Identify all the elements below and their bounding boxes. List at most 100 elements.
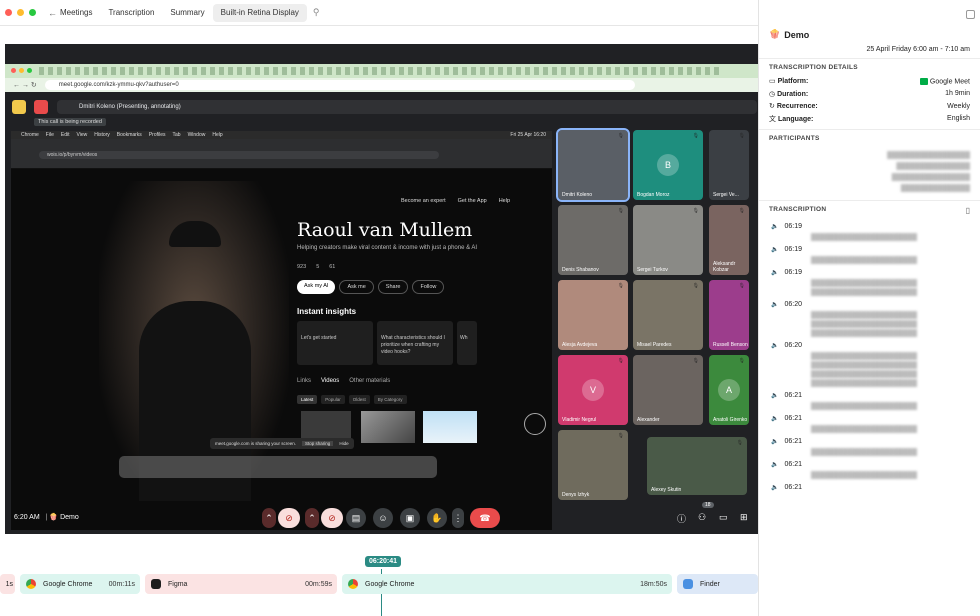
timeline-segment[interactable]: Google Chrome 00m:11s (20, 574, 140, 594)
tab-other[interactable]: Other materials (349, 378, 390, 384)
transcript-timestamp[interactable]: 06:21 (784, 415, 802, 422)
participant-name: Bogdan Moroz (637, 192, 670, 198)
pin-icon[interactable]: ⚲ (313, 7, 320, 18)
detail-label: Duration: (777, 90, 809, 98)
participant-tile[interactable]: 🎙 Aleksandr Kobzar (709, 205, 749, 275)
minimize-window-button[interactable] (17, 9, 24, 16)
transcript-timestamp[interactable]: 06:20 (784, 342, 802, 349)
ask-me-button[interactable]: Ask me (339, 280, 374, 294)
present-button[interactable]: ▣ (400, 508, 420, 528)
mic-options-button[interactable]: ⌃ (262, 508, 276, 528)
popcorn-icon: 🍿 (769, 29, 781, 39)
insight-card[interactable]: Wh (457, 321, 477, 365)
share-button[interactable]: Share (377, 280, 409, 294)
video-thumb[interactable] (423, 411, 477, 443)
speaker-icon[interactable]: 🔈 (771, 301, 778, 308)
popcorn-icon: 🍿 (49, 514, 59, 521)
close-window-button[interactable] (5, 9, 12, 16)
timeline-segment[interactable]: Finder (677, 574, 758, 594)
email-line: ██████████████████ (887, 152, 970, 159)
participant-tile[interactable]: V 🎙 Vladimir Negrul (558, 355, 628, 425)
participant-avatar: A (718, 379, 740, 401)
tab-transcription[interactable]: Transcription (100, 4, 162, 22)
speaker-icon[interactable]: 🔈 (771, 246, 778, 253)
annotate-icon[interactable] (12, 100, 26, 114)
video-thumb[interactable] (361, 411, 415, 443)
speaker-icon[interactable]: 🔈 (771, 415, 778, 422)
back-arrow-icon[interactable]: ← (48, 8, 57, 18)
transcript-entry: 🔈 06:19 (769, 219, 970, 233)
timeline-segment[interactable]: Figma 00m:59s (145, 574, 337, 594)
transcript-timestamp[interactable]: 06:21 (784, 392, 802, 399)
url-field[interactable]: meet.google.com/kzk-ymmu-qkv?authuser=0 (44, 80, 635, 90)
coffee-badge-icon[interactable] (524, 413, 546, 435)
follow-button[interactable]: Follow (412, 280, 445, 294)
participant-tile[interactable]: 🎙 Alexey Skutin (647, 437, 747, 495)
tab-links[interactable]: Links (297, 378, 311, 384)
nav-arrows-icon[interactable]: ← → ↻ (13, 81, 37, 89)
back-button[interactable]: Meetings (57, 4, 100, 22)
transcript-timestamp[interactable]: 06:19 (784, 223, 802, 230)
filter-oldest[interactable]: Oldest (348, 395, 370, 404)
participant-tile[interactable]: 🎙 Alesja Avdejeva (558, 280, 628, 350)
ask-ai-button[interactable]: Ask my AI (297, 280, 336, 294)
stop-sharing-button[interactable]: Stop sharing (302, 441, 334, 446)
chat-icon[interactable]: ▭ (719, 512, 728, 523)
emoji-button[interactable]: ☺ (373, 508, 393, 528)
speaker-icon[interactable]: 🔈 (771, 392, 778, 399)
info-icon[interactable]: ⓘ (677, 512, 686, 525)
mic-off-button[interactable]: ⊘ (278, 508, 300, 528)
participant-tile[interactable]: 🎙 Denis Shabanov (558, 205, 628, 275)
tab-summary[interactable]: Summary (162, 4, 212, 22)
nav-help[interactable]: Help (499, 198, 510, 204)
speaker-icon[interactable]: 🔈 (771, 438, 778, 445)
nav-expert[interactable]: Become an expert (401, 198, 446, 204)
menu-item: Edit (60, 132, 70, 138)
participant-tile[interactable]: 🎙 Alexander (633, 355, 703, 425)
transcript-timestamp[interactable]: 06:21 (784, 438, 802, 445)
participant-tile[interactable]: 🎙 Denys Izhyk (558, 430, 628, 500)
more-options-button[interactable]: ⋮ (452, 508, 464, 528)
participant-tile[interactable]: 🎙 Sergei Ve... (709, 130, 749, 200)
transcript-timestamp[interactable]: 06:21 (784, 484, 802, 491)
transcript-timestamp[interactable]: 06:20 (784, 301, 802, 308)
participant-tile[interactable]: 🎙 Misael Paredes (633, 280, 703, 350)
participant-tile[interactable]: A 🎙 Anatoli Girenko (709, 355, 749, 425)
cam-options-button[interactable]: ⌃ (305, 508, 319, 528)
speaker-icon[interactable]: 🔈 (771, 461, 778, 468)
captions-button[interactable]: ▤ (346, 508, 366, 528)
transcript-row: 🔈 06:19 (769, 265, 970, 279)
sidebar-toggle-icon[interactable] (966, 10, 975, 19)
participant-tile[interactable]: 🎙 Russell Benson (709, 280, 749, 350)
timeline-segment[interactable]: 1s (0, 574, 15, 594)
transcript-timestamp[interactable]: 06:19 (784, 246, 802, 253)
people-icon[interactable]: ⚇ (698, 512, 706, 523)
tab-videos[interactable]: Videos (321, 378, 339, 384)
participant-tile[interactable]: 🎙 Sergei Turkov (633, 205, 703, 275)
timeline-segment[interactable]: Google Chrome 18m:50s (342, 574, 672, 594)
filter-latest[interactable]: Latest (297, 395, 318, 404)
transcript-entry: ███████████████████████ █████████████████… (769, 311, 970, 352)
leave-call-button[interactable]: ☎ (470, 508, 500, 528)
participant-tile[interactable]: B 🎙 Bogdan Moroz (633, 130, 703, 200)
participant-tile[interactable]: 🎙 Dmitri Koleno (556, 128, 630, 202)
transcript-timestamp[interactable]: 06:21 (784, 461, 802, 468)
speaker-icon[interactable]: 🔈 (771, 342, 778, 349)
hide-button[interactable]: Hide (339, 441, 348, 446)
insight-card[interactable]: What characteristics should I prioritize… (377, 321, 453, 365)
activities-icon[interactable]: ⊞ (740, 512, 748, 523)
nav-get-app[interactable]: Get the App (458, 198, 487, 204)
insight-card[interactable]: Let's get started (297, 321, 373, 365)
zoom-window-button[interactable] (29, 9, 36, 16)
document-icon[interactable]: ▯ (966, 206, 970, 215)
tab-display[interactable]: Built-in Retina Display (212, 3, 307, 22)
camera-off-button[interactable]: ⊘ (321, 508, 343, 528)
speaker-icon[interactable]: 🔈 (771, 269, 778, 276)
speaker-icon[interactable]: 🔈 (771, 223, 778, 230)
transcript-timestamp[interactable]: 06:19 (784, 269, 802, 276)
filter-category[interactable]: By Category (373, 395, 407, 404)
record-icon[interactable] (34, 100, 48, 114)
filter-popular[interactable]: Popular (321, 395, 345, 404)
raise-hand-button[interactable]: ✋ (427, 508, 447, 528)
speaker-icon[interactable]: 🔈 (771, 484, 778, 491)
